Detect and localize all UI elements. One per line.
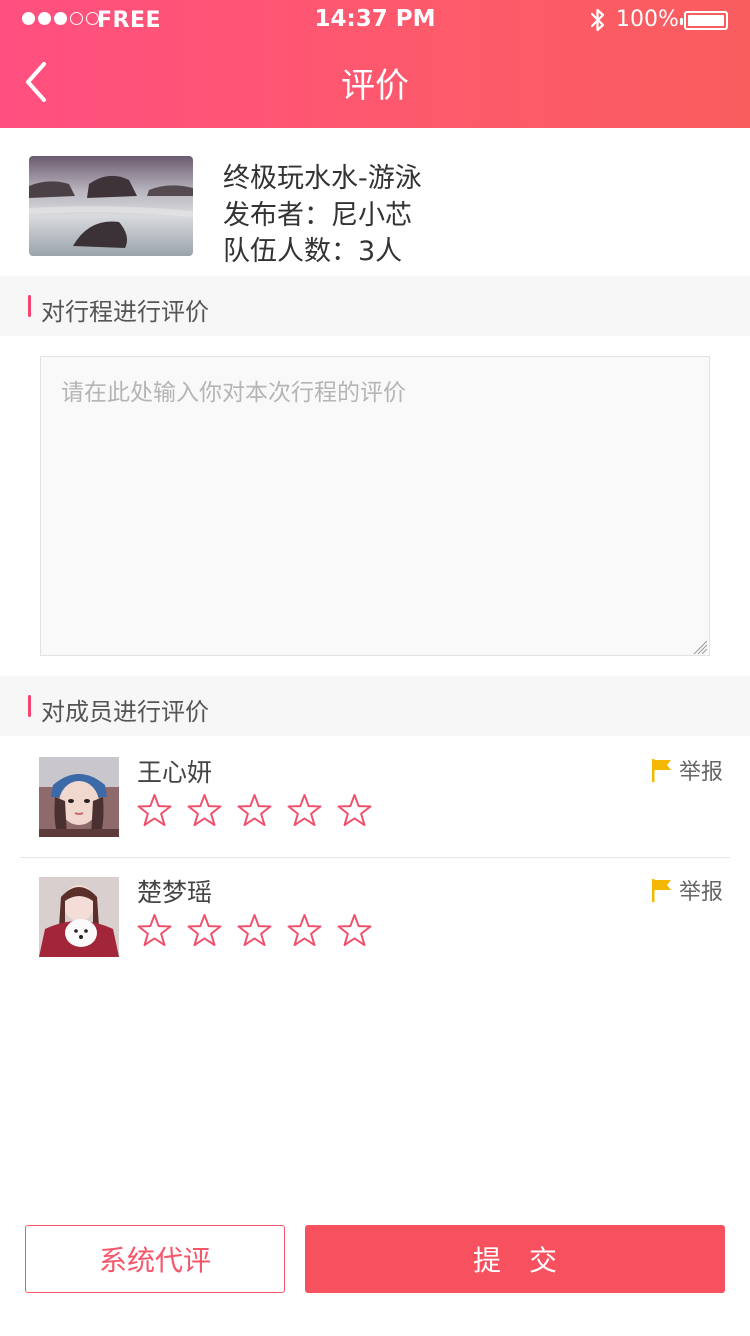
star-rating (137, 913, 372, 948)
avatar (39, 757, 119, 837)
status-bar: FREE 14:37 PM 100% (0, 0, 750, 40)
rating-page: FREE 14:37 PM 100% 评价 终极玩水水-游泳 发布者：尼小芯 队… (0, 0, 750, 1336)
report-label: 举报 (679, 760, 724, 785)
trip-comment-input[interactable] (40, 356, 710, 656)
star-icon[interactable] (137, 913, 172, 948)
report-button[interactable]: 举报 (652, 754, 723, 786)
report-button[interactable]: 举报 (652, 874, 723, 906)
star-rating (137, 793, 372, 828)
star-icon[interactable] (337, 913, 372, 948)
battery-icon (680, 11, 728, 30)
flag-icon (652, 759, 671, 782)
trip-rating-section-header: 对行程进行评价 (0, 276, 750, 336)
trip-publisher: 发布者：尼小芯 (223, 200, 412, 231)
star-icon[interactable] (237, 913, 272, 948)
system-rate-button[interactable]: 系统代评 (25, 1225, 285, 1293)
section-title: 对行程进行评价 (41, 298, 209, 326)
star-icon[interactable] (187, 793, 222, 828)
member-row: 王心妍 举报 (0, 737, 750, 857)
star-icon[interactable] (137, 793, 172, 828)
submit-button[interactable]: 提 交 (305, 1225, 725, 1293)
member-row: 楚梦瑶 举报 (0, 857, 750, 977)
star-icon[interactable] (287, 913, 322, 948)
flag-icon (652, 879, 671, 902)
resize-grip-icon[interactable] (690, 637, 708, 655)
star-icon[interactable] (337, 793, 372, 828)
trip-summary: 终极玩水水-游泳 发布者：尼小芯 队伍人数：3人 (0, 128, 750, 276)
section-marker (28, 295, 31, 317)
avatar (39, 877, 119, 957)
report-label: 举报 (679, 880, 724, 905)
section-marker (28, 695, 31, 717)
star-icon[interactable] (287, 793, 322, 828)
battery-percent: 100% (616, 7, 679, 32)
page-title: 评价 (341, 66, 409, 106)
member-name: 王心妍 (137, 758, 213, 787)
member-rating-section-header: 对成员进行评价 (0, 676, 750, 736)
trip-name: 终极玩水水-游泳 (223, 163, 422, 194)
section-title: 对成员进行评价 (41, 698, 209, 726)
star-icon[interactable] (237, 793, 272, 828)
header: FREE 14:37 PM 100% 评价 (0, 0, 750, 128)
trip-team-size: 队伍人数：3人 (223, 236, 403, 267)
member-name: 楚梦瑶 (137, 878, 213, 907)
bluetooth-icon (588, 6, 608, 40)
trip-thumbnail (29, 156, 193, 256)
star-icon[interactable] (187, 913, 222, 948)
